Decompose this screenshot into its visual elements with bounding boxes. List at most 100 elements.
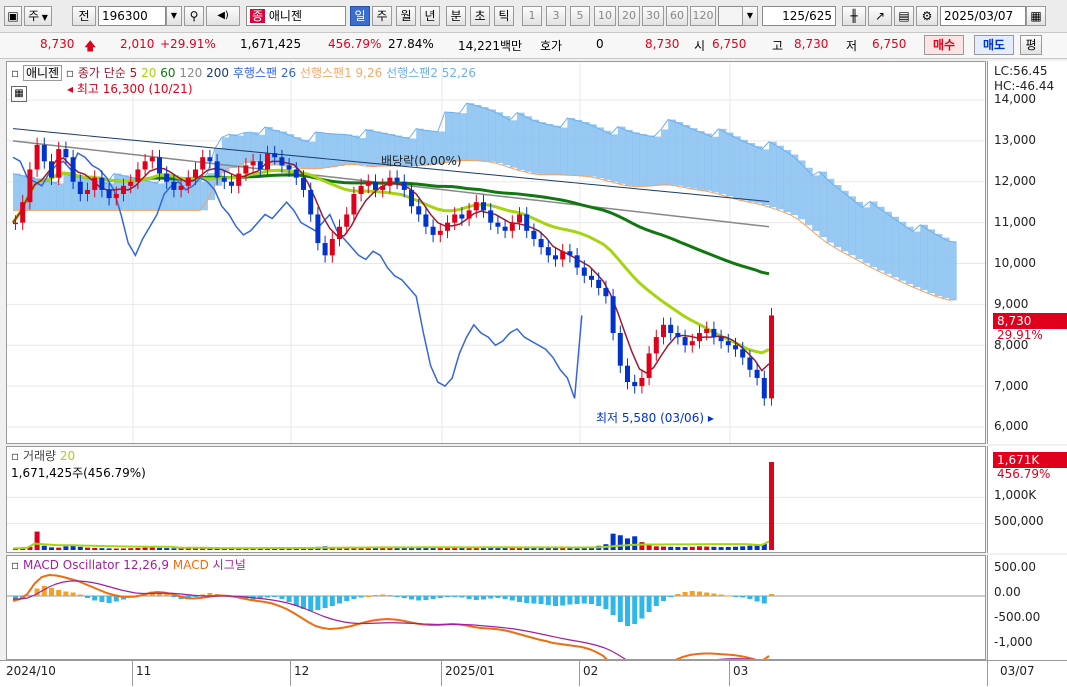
search-button[interactable]: ⚲ xyxy=(184,6,204,26)
period-button-second[interactable]: 초 xyxy=(470,6,490,26)
period-button-day[interactable]: 일 xyxy=(350,6,370,26)
volume-legend-ma: 20 xyxy=(59,449,76,463)
window-menu-icon[interactable]: ▣ xyxy=(4,6,22,26)
month-divider xyxy=(290,660,291,686)
buy-button[interactable]: 매수 xyxy=(924,35,964,55)
ichimoku-cloud-segment xyxy=(632,132,640,187)
ichimoku-cloud-segment xyxy=(538,122,547,175)
volume-bar xyxy=(164,548,170,550)
scope-label: 전 xyxy=(78,9,90,23)
ichimoku-cloud-segment xyxy=(250,132,259,161)
candle-body xyxy=(322,243,328,256)
candle-body xyxy=(682,337,688,346)
ichimoku-cloud-segment xyxy=(661,129,669,186)
date-input[interactable]: 2025/03/07 xyxy=(940,6,1026,26)
interval-button-30[interactable]: 30 xyxy=(642,6,664,26)
settings-button[interactable]: ⚙ xyxy=(916,6,938,26)
volume-value: 1,671,425주(456.79%) xyxy=(11,466,146,480)
ichimoku-cloud-segment xyxy=(589,124,597,177)
interval-dropdown-button[interactable]: ▼ xyxy=(742,6,758,26)
ichimoku-cloud-segment xyxy=(747,143,756,202)
code-dropdown-button[interactable]: ▼ xyxy=(166,6,182,26)
interval-button-1[interactable]: 1 xyxy=(522,6,542,26)
trendline-button[interactable]: ↗ xyxy=(868,6,892,26)
calendar-button[interactable]: ▦ xyxy=(1026,6,1046,26)
interval-button-20[interactable]: 20 xyxy=(618,6,640,26)
candle-body xyxy=(689,341,695,346)
low-price: 6,750 xyxy=(872,37,907,51)
candle-body xyxy=(257,161,263,170)
price-chart[interactable] xyxy=(7,62,986,444)
view-total: /625 xyxy=(805,9,832,23)
macd-osc-bar xyxy=(488,596,494,599)
candle-body xyxy=(697,332,702,342)
interval-button-5[interactable]: 5 xyxy=(570,6,590,26)
candle-body xyxy=(121,185,126,195)
ichimoku-cloud-segment xyxy=(358,138,367,166)
candle-body xyxy=(502,226,508,231)
chart-legend: ▫ 애니젠 ▫ 종가 단순 5 20 60 120 200 후행스팬 26 선행… xyxy=(11,64,476,81)
ichimoku-cloud-segment xyxy=(797,160,806,220)
scope-select[interactable]: 전 xyxy=(72,6,96,26)
ichimoku-cloud-segment xyxy=(236,135,244,168)
period-button-week[interactable]: 주 xyxy=(372,6,392,26)
macd-osc-bar xyxy=(733,596,738,597)
candle-body xyxy=(675,332,681,338)
candle-type-button[interactable]: ╫ xyxy=(842,6,866,26)
macd-osc-bar xyxy=(754,596,760,602)
macd-osc-bar xyxy=(358,596,364,598)
stock-name-field[interactable]: 종 애니젠 xyxy=(246,6,346,26)
ichimoku-cloud-segment xyxy=(869,201,878,267)
period-button-month[interactable]: 월 xyxy=(396,6,416,26)
period-button-year[interactable]: 년 xyxy=(420,6,440,26)
ichimoku-cloud-segment xyxy=(142,180,151,211)
legend-box-icon: ▫ xyxy=(11,449,20,463)
ichimoku-cloud-segment xyxy=(653,136,662,186)
candle-body xyxy=(293,169,299,178)
interval-button-120[interactable]: 120 xyxy=(690,6,716,26)
market-select[interactable]: 주 ▼ xyxy=(24,6,52,26)
volume-bar xyxy=(135,547,141,550)
period-button-minute[interactable]: 분 xyxy=(446,6,466,26)
candle-body xyxy=(639,377,645,387)
macd-tick: 0.00 xyxy=(994,585,1021,599)
stock-code-input[interactable]: 196300 xyxy=(98,6,166,26)
interval-button-60[interactable]: 60 xyxy=(666,6,688,26)
ichimoku-cloud-segment xyxy=(517,112,525,170)
candle-body xyxy=(495,222,501,227)
candle-body xyxy=(193,169,198,178)
period-button-tick[interactable]: 틱 xyxy=(494,6,514,26)
volume-chart[interactable] xyxy=(7,447,986,553)
candle-body xyxy=(445,222,450,231)
candle-body xyxy=(725,341,731,346)
trade-amount: 14,221백만 xyxy=(458,39,523,53)
market-label: 주 xyxy=(28,9,40,23)
interval-button-3[interactable]: 3 xyxy=(546,6,566,26)
grid-toggle-icon[interactable]: ▦ xyxy=(11,86,27,102)
ichimoku-cloud-segment xyxy=(862,207,871,263)
candle-body xyxy=(34,144,40,170)
candle-body xyxy=(214,161,220,178)
candle-body xyxy=(272,153,278,158)
volume-bar xyxy=(34,531,40,550)
macd-chart-panel[interactable]: ▫ MACD Oscillator 12,26,9 MACD 시그널 xyxy=(6,555,986,660)
volume-tag-value: 1,671K xyxy=(997,453,1040,467)
volume-chart-panel[interactable]: ▫ 거래량 20 1,671,425주(456.79%) xyxy=(6,446,986,553)
view-count: 125 xyxy=(782,9,806,23)
interval-button-10[interactable]: 10 xyxy=(594,6,616,26)
macd-line xyxy=(12,573,770,659)
sell-button[interactable]: 매도 xyxy=(974,35,1014,55)
sound-button[interactable]: ◀) xyxy=(206,6,240,26)
main-toolbar: ▣ 주 ▼ 전 196300 ▼ ⚲ ◀) 종 애니젠 일 주 월 년 분 초 … xyxy=(0,0,1067,33)
eval-button[interactable]: 평 xyxy=(1020,35,1042,55)
view-count-field[interactable]: 125/625 xyxy=(762,6,836,26)
period-label: 월 xyxy=(400,9,412,23)
macd-osc-bar xyxy=(603,596,609,609)
ichimoku-cloud-segment xyxy=(473,104,482,161)
candle-body xyxy=(718,337,724,342)
save-button[interactable]: ▤ xyxy=(894,6,914,26)
ichimoku-cloud-segment xyxy=(502,116,511,166)
ichimoku-cloud-segment xyxy=(135,178,144,211)
ichimoku-cloud-segment xyxy=(329,133,338,168)
price-chart-panel[interactable]: ▫ 애니젠 ▫ 종가 단순 5 20 60 120 200 후행스팬 26 선행… xyxy=(6,61,986,444)
